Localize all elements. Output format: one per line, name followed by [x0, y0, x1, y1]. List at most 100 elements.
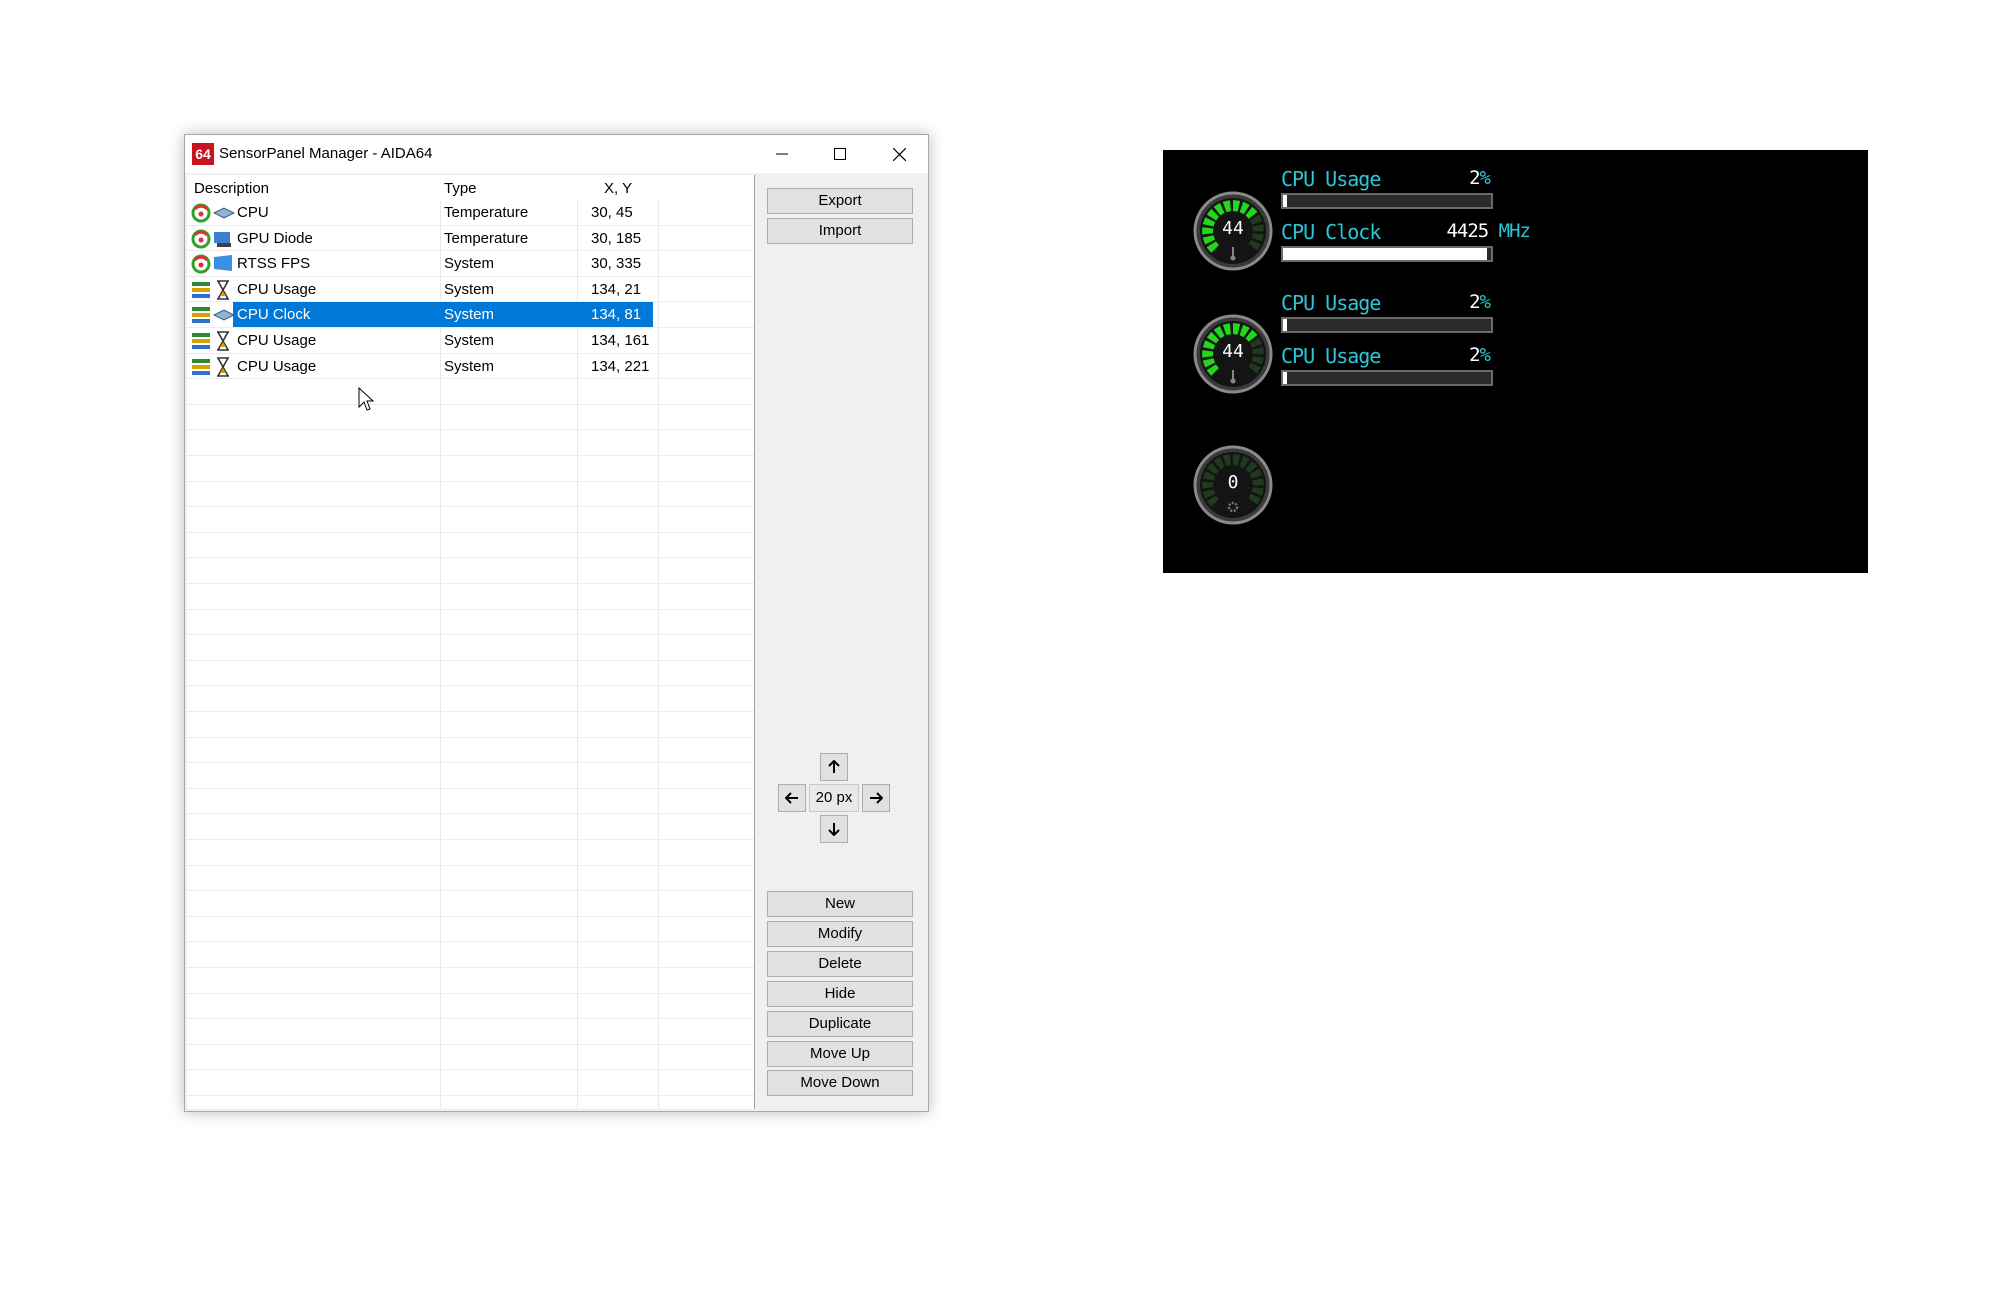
aida64-app-icon: 64 — [192, 143, 214, 165]
cell-description: RTSS FPS — [237, 255, 311, 273]
thermometer-bulb — [1230, 255, 1236, 261]
move-right-arrow-button[interactable] — [862, 784, 890, 812]
move-down-arrow-button[interactable] — [820, 815, 848, 843]
bar-stack-icon — [192, 281, 210, 298]
row-divider — [187, 403, 754, 405]
temperature-gauge-icon — [191, 203, 211, 223]
table-row[interactable]: CPU Clock System 134, 81 — [187, 302, 754, 328]
gauge-gpu-temperature: 44 — [1193, 314, 1273, 394]
sensorpanel-manager-window: 64 SensorPanel Manager - AIDA64 Descript… — [184, 134, 929, 1112]
cpu-chip-icon — [213, 309, 235, 321]
row-divider — [187, 685, 754, 687]
move-left-arrow-button[interactable] — [778, 784, 806, 812]
export-button[interactable]: Export — [767, 188, 913, 214]
duplicate-button[interactable]: Duplicate — [767, 1011, 913, 1037]
row-icons — [191, 203, 235, 223]
close-button[interactable] — [870, 135, 928, 173]
thermometer-bulb — [1230, 378, 1236, 384]
cell-xy: 134, 221 — [591, 357, 650, 375]
maximize-button[interactable] — [811, 135, 869, 173]
window-title: SensorPanel Manager - AIDA64 — [219, 145, 433, 162]
row-icons — [191, 331, 235, 351]
row-divider — [187, 941, 754, 943]
panel-value-cpu-clock: 4425 MHz — [1446, 220, 1531, 242]
cell-description: CPU Usage — [237, 332, 317, 349]
move-down-button[interactable]: Move Down — [767, 1070, 913, 1096]
column-header-description[interactable]: Description — [194, 180, 269, 197]
arrow-down-icon — [828, 823, 840, 836]
cell-description: GPU Diode — [237, 229, 313, 247]
gauge-value: 44 — [1222, 218, 1244, 239]
bar-fill — [1283, 195, 1288, 207]
list-header: Description Type X, Y — [187, 175, 754, 200]
column-header-xy[interactable]: X, Y — [604, 180, 632, 197]
row-divider — [187, 1095, 754, 1096]
cell-type: System — [444, 255, 495, 273]
gauge-value: 0 — [1227, 472, 1239, 493]
cell-type: Temperature — [444, 204, 529, 221]
gauge-rtss-fps: 0 — [1193, 445, 1273, 525]
panel-label-cpu-usage: CPU Usage — [1281, 291, 1381, 315]
row-divider — [187, 557, 754, 559]
cell-xy: 134, 21 — [591, 280, 642, 298]
title-bar[interactable]: 64 SensorPanel Manager - AIDA64 — [185, 135, 928, 173]
column-header-type[interactable]: Type — [444, 180, 477, 197]
table-row[interactable]: CPU Temperature 30, 45 — [187, 200, 754, 225]
sensor-item-list[interactable]: Description Type X, Y CPU Temperature 30, … — [187, 175, 755, 1109]
hide-button[interactable]: Hide — [767, 981, 913, 1007]
panel-bar-cpu-clock — [1281, 246, 1493, 262]
bar-stack-icon — [192, 358, 210, 375]
row-icons — [191, 356, 235, 377]
modify-button[interactable]: Modify — [767, 921, 913, 947]
cell-type: System — [444, 332, 495, 349]
row-divider — [187, 787, 754, 789]
bar-stack-icon — [192, 333, 210, 349]
row-divider — [187, 762, 754, 764]
temperature-gauge-icon — [191, 254, 211, 274]
panel-value-cpu-usage: 2% — [1469, 291, 1491, 313]
arrow-up-icon — [828, 760, 840, 773]
new-button[interactable]: New — [767, 891, 913, 917]
move-up-arrow-button[interactable] — [820, 753, 848, 781]
cell-xy: 30, 45 — [591, 204, 633, 221]
cell-type: System — [444, 306, 495, 324]
arrow-right-icon — [870, 792, 883, 804]
table-row[interactable]: CPU Usage System 134, 221 — [187, 354, 754, 379]
delete-button[interactable]: Delete — [767, 951, 913, 977]
row-icons — [191, 305, 235, 325]
cell-xy: 30, 185 — [591, 229, 642, 247]
table-row[interactable]: RTSS FPS System 30, 335 — [187, 251, 754, 276]
step-size-field[interactable]: 20 px — [809, 784, 859, 812]
row-divider — [187, 890, 754, 892]
bar-fill — [1283, 319, 1288, 331]
minimize-icon — [776, 153, 788, 155]
row-divider — [187, 992, 754, 994]
table-row[interactable]: CPU Usage System 134, 161 — [187, 328, 754, 353]
cpu-chip-icon — [213, 207, 235, 219]
bar-fill — [1283, 372, 1288, 384]
panel-value-cpu-usage: 2% — [1469, 167, 1491, 189]
hourglass-icon — [217, 331, 229, 351]
table-row[interactable]: CPU Usage System 134, 21 — [187, 277, 754, 302]
table-row[interactable]: GPU Diode Temperature 30, 185 — [187, 226, 754, 251]
import-button[interactable]: Import — [767, 218, 913, 244]
cell-description: CPU Usage — [237, 280, 317, 298]
cell-xy: 30, 335 — [591, 255, 642, 273]
row-divider — [187, 608, 754, 610]
row-divider — [187, 1069, 754, 1071]
close-icon — [893, 148, 906, 161]
move-up-button[interactable]: Move Up — [767, 1041, 913, 1067]
panel-bar-cpu-usage — [1281, 317, 1493, 333]
arrow-left-icon — [785, 792, 798, 804]
row-divider — [187, 455, 754, 456]
row-divider — [187, 839, 754, 840]
row-divider — [187, 736, 754, 738]
gpu-card-icon — [214, 231, 231, 247]
minimize-button[interactable] — [753, 135, 811, 173]
gauge-cpu-temperature: 44 — [1193, 191, 1273, 271]
panel-label-cpu-usage: CPU Usage — [1281, 344, 1381, 368]
row-divider — [187, 915, 754, 917]
bar-stack-icon — [192, 307, 210, 324]
cell-type: System — [444, 280, 495, 298]
cell-xy: 134, 161 — [591, 332, 650, 349]
